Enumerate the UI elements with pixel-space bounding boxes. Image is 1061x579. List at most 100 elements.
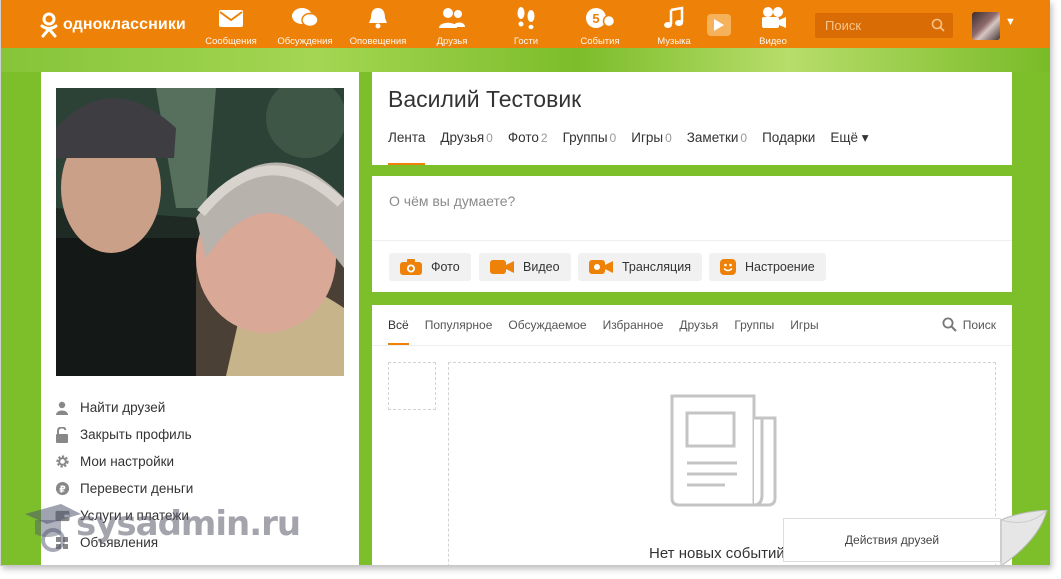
- person-icon: [56, 401, 68, 415]
- friends-actions-label: Действия друзей: [844, 533, 940, 547]
- page-curl-decoration: [1000, 510, 1048, 565]
- feed-tab-all[interactable]: Всё: [388, 305, 409, 345]
- browser-frame: одноклассники Сообщения Обсуждения Опове…: [0, 0, 1050, 566]
- post-video-button[interactable]: Видео: [479, 253, 571, 281]
- events-badge: 5: [592, 11, 599, 26]
- search-icon: [931, 18, 945, 32]
- profile-header: Василий Тестовик Лента Друзья 0 Фото 2 Гру…: [372, 72, 1012, 165]
- tab-groups[interactable]: Группы 0: [563, 130, 617, 165]
- tab-photos[interactable]: Фото 2: [508, 130, 548, 165]
- friends-actions-button[interactable]: Действия друзей: [783, 518, 1001, 562]
- feed-tab-groups[interactable]: Группы: [734, 305, 774, 345]
- tab-games[interactable]: Игры 0: [631, 130, 672, 165]
- tab-friends[interactable]: Друзья 0: [440, 130, 492, 165]
- tab-groups-count: 0: [609, 131, 617, 145]
- menu-settings[interactable]: Мои настройки: [53, 448, 193, 475]
- feed-search-button[interactable]: Поиск: [942, 317, 996, 332]
- tab-photos-label: Фото: [507, 130, 539, 145]
- feed-tab-discussed[interactable]: Обсуждаемое: [508, 305, 586, 345]
- tab-photos-count: 2: [540, 131, 548, 145]
- tab-friends-label: Друзья: [440, 130, 485, 145]
- newspaper-icon: [670, 394, 777, 507]
- post-mood-button[interactable]: Настроение: [709, 253, 826, 281]
- tab-feed[interactable]: Лента: [388, 130, 426, 165]
- search-placeholder: Поиск: [825, 18, 862, 33]
- tab-games-label: Игры: [631, 130, 664, 145]
- chat-bubbles-icon: [292, 8, 319, 28]
- feed-tab-games[interactable]: Игры: [790, 305, 818, 345]
- watermark: sysadmin.ru: [23, 500, 301, 556]
- user-avatar[interactable]: [972, 12, 1000, 40]
- menu-transfer-money[interactable]: ₽ Перевести деньги: [53, 475, 193, 502]
- tab-gifts[interactable]: Подарки: [762, 130, 815, 165]
- tab-notes-count: 0: [740, 131, 748, 145]
- tab-groups-label: Группы: [562, 130, 608, 145]
- watermark-text: sysadmin.ru: [76, 504, 301, 544]
- feed-tabs: Всё Популярное Обсуждаемое Избранное Дру…: [388, 305, 835, 345]
- chevron-down-icon[interactable]: ▼: [1005, 16, 1016, 28]
- nav-events-label: События: [580, 36, 620, 47]
- post-broadcast-label: Трансляция: [622, 260, 691, 274]
- menu-close-profile[interactable]: Закрыть профиль: [53, 421, 193, 448]
- post-input[interactable]: О чём вы думаете?: [389, 193, 515, 209]
- nav-discussions-label: Обсуждения: [277, 36, 333, 47]
- feed-tab-discussed-label: Обсуждаемое: [508, 318, 587, 332]
- events-icon: 5: [586, 8, 616, 28]
- nav-notifications[interactable]: Оповещения: [343, 6, 413, 47]
- profile-name: Василий Тестовик: [388, 86, 582, 112]
- post-mood-label: Настроение: [745, 260, 815, 274]
- nav-guests-label: Гости: [513, 36, 539, 47]
- tab-notes[interactable]: Заметки 0: [687, 130, 747, 165]
- nav-friends-label: Друзья: [436, 36, 468, 47]
- envelope-icon: [219, 10, 243, 27]
- feed-tab-popular[interactable]: Популярное: [425, 305, 493, 345]
- menu-find-friends-label: Найти друзей: [80, 400, 166, 415]
- post-photo-button[interactable]: Фото: [389, 253, 471, 281]
- friends-icon: [439, 8, 465, 28]
- feed-tab-friends[interactable]: Друзья: [679, 305, 718, 345]
- post-broadcast-button[interactable]: Трансляция: [578, 253, 702, 281]
- tab-more-label: Ещё ▾: [830, 130, 869, 145]
- bell-icon: [369, 8, 387, 29]
- watermark-cap-icon: [25, 504, 81, 552]
- nav-discussions[interactable]: Обсуждения: [270, 6, 340, 47]
- divider: [372, 345, 1012, 346]
- left-column: Найти друзей Закрыть профиль Мои настрой…: [41, 72, 359, 565]
- search-icon: [942, 317, 957, 332]
- nav-guests[interactable]: Гости: [491, 6, 561, 47]
- footprints-icon: [517, 7, 535, 30]
- menu-find-friends[interactable]: Найти друзей: [53, 394, 193, 421]
- profile-tabs: Лента Друзья 0 Фото 2 Группы 0 Игры 0 Заметк…: [388, 130, 884, 165]
- background-decoration: [1, 48, 1050, 72]
- tab-more[interactable]: Ещё ▾: [830, 130, 868, 165]
- nav-friends[interactable]: Друзья: [417, 6, 487, 47]
- feed-tab-games-label: Игры: [790, 318, 819, 332]
- music-note-icon: [664, 6, 684, 28]
- feed-search-label: Поиск: [962, 317, 996, 332]
- play-icon: [714, 19, 724, 31]
- nav-music[interactable]: Музыка: [639, 6, 709, 47]
- search-input[interactable]: Поиск: [815, 13, 953, 38]
- feed-tab-favorites-label: Избранное: [602, 318, 664, 332]
- music-play-button[interactable]: [707, 14, 731, 36]
- nav-video[interactable]: Видео: [738, 6, 808, 47]
- logo[interactable]: одноклассники: [39, 12, 186, 38]
- tab-feed-label: Лента: [388, 130, 426, 145]
- top-navigation-bar: одноклассники Сообщения Обсуждения Опове…: [1, 0, 1050, 48]
- feed-tab-popular-label: Популярное: [424, 318, 493, 332]
- tab-friends-count: 0: [486, 131, 493, 145]
- profile-photo[interactable]: [56, 88, 344, 376]
- money-icon: ₽: [55, 481, 69, 495]
- video-icon: [490, 260, 514, 274]
- ok-logo-icon: [40, 12, 58, 38]
- menu-settings-label: Мои настройки: [80, 454, 175, 469]
- brand-name: одноклассники: [63, 16, 186, 33]
- feed-tab-groups-label: Группы: [734, 318, 775, 332]
- nav-messages[interactable]: Сообщения: [196, 6, 266, 47]
- post-video-label: Видео: [523, 260, 560, 274]
- svg-text:₽: ₽: [59, 484, 66, 495]
- profile-photo-image: [56, 88, 344, 376]
- nav-events[interactable]: 5 События: [565, 6, 635, 47]
- menu-close-profile-label: Закрыть профиль: [80, 427, 192, 442]
- feed-tab-favorites[interactable]: Избранное: [603, 305, 664, 345]
